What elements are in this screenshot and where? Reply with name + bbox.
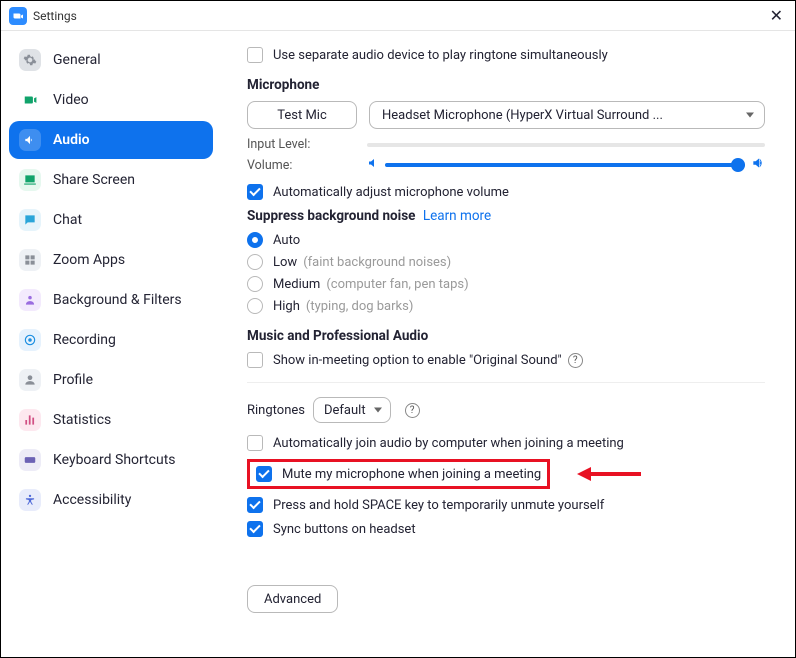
auto-adjust-row[interactable]: Automatically adjust microphone volume	[247, 184, 765, 200]
sidebar-item-label: Accessibility	[53, 492, 131, 508]
sidebar-item-share-screen[interactable]: Share Screen	[9, 161, 213, 199]
rec-icon	[19, 329, 41, 351]
kbd-icon	[19, 449, 41, 471]
sidebar-item-zoom-apps[interactable]: Zoom Apps	[9, 241, 213, 279]
volume-thumb[interactable]	[731, 158, 745, 172]
volume-slider[interactable]	[385, 163, 745, 167]
sidebar-item-background-filters[interactable]: Background & Filters	[9, 281, 213, 319]
sidebar-item-label: Chat	[53, 212, 82, 228]
sync-headset-row[interactable]: Sync buttons on headset	[247, 521, 765, 537]
mute-on-join-label: Mute my microphone when joining a meetin…	[282, 467, 541, 482]
chat-icon	[19, 209, 41, 231]
volume-label: Volume:	[247, 158, 367, 173]
noise-level-hint: (typing, dog barks)	[306, 299, 413, 314]
auto-join-checkbox[interactable]	[247, 435, 263, 451]
music-title: Music and Professional Audio	[247, 328, 765, 344]
auto-join-row[interactable]: Automatically join audio by computer whe…	[247, 435, 765, 451]
noise-auto-radio[interactable]	[247, 232, 263, 248]
suppress-title: Suppress background noise Learn more	[247, 208, 765, 224]
sidebar-item-label: Recording	[53, 332, 116, 348]
noise-level-hint: (faint background noises)	[303, 255, 451, 270]
auto-join-label: Automatically join audio by computer whe…	[273, 436, 624, 451]
advanced-button[interactable]: Advanced	[247, 585, 338, 613]
separate-device-label: Use separate audio device to play ringto…	[273, 48, 608, 63]
noise-high-row[interactable]: High (typing, dog barks)	[247, 298, 765, 314]
space-unmute-label: Press and hold SPACE key to temporarily …	[273, 498, 604, 513]
learn-more-link[interactable]: Learn more	[423, 208, 491, 224]
ringtone-value: Default	[324, 403, 366, 418]
profile-icon	[19, 369, 41, 391]
sidebar-item-keyboard-shortcuts[interactable]: Keyboard Shortcuts	[9, 441, 213, 479]
app-icon	[9, 7, 27, 25]
stats-icon	[19, 409, 41, 431]
sidebar: General Video Audio Share Screen Chat Zoom Ap…	[1, 31, 221, 657]
help-icon[interactable]: ?	[568, 353, 583, 368]
gear-icon	[19, 49, 41, 71]
noise-level-hint: (computer fan, pen taps)	[326, 277, 468, 292]
ringtone-select[interactable]: Default	[313, 397, 391, 423]
input-level-meter	[367, 143, 765, 147]
sidebar-item-audio[interactable]: Audio	[9, 121, 213, 159]
noise-level-label: Auto	[273, 233, 300, 248]
separate-device-row[interactable]: Use separate audio device to play ringto…	[247, 47, 765, 63]
sidebar-item-label: Statistics	[53, 412, 111, 428]
sidebar-item-chat[interactable]: Chat	[9, 201, 213, 239]
window-title: Settings	[33, 9, 77, 23]
auto-adjust-label: Automatically adjust microphone volume	[273, 185, 509, 200]
sidebar-item-label: Zoom Apps	[53, 252, 125, 268]
space-unmute-row[interactable]: Press and hold SPACE key to temporarily …	[247, 497, 765, 513]
sidebar-item-label: Profile	[53, 372, 93, 388]
original-sound-checkbox[interactable]	[247, 352, 263, 368]
sidebar-item-video[interactable]: Video	[9, 81, 213, 119]
space-unmute-checkbox[interactable]	[247, 497, 263, 513]
video-icon	[19, 89, 41, 111]
audio-settings-panel: Use separate audio device to play ringto…	[221, 31, 795, 657]
noise-auto-row[interactable]: Auto	[247, 232, 765, 248]
input-level-label: Input Level:	[247, 137, 367, 152]
mic-device-value: Headset Microphone (HyperX Virtual Surro…	[382, 108, 663, 123]
sidebar-item-label: Audio	[53, 132, 90, 148]
sidebar-item-statistics[interactable]: Statistics	[9, 401, 213, 439]
sync-headset-checkbox[interactable]	[247, 521, 263, 537]
mute-on-join-highlight: Mute my microphone when joining a meetin…	[247, 459, 550, 489]
a11y-icon	[19, 489, 41, 511]
separate-device-checkbox[interactable]	[247, 47, 263, 63]
test-mic-button[interactable]: Test Mic	[247, 101, 357, 129]
original-sound-row[interactable]: Show in-meeting option to enable "Origin…	[247, 352, 765, 368]
noise-level-label: Low	[273, 255, 297, 270]
mic-device-select[interactable]: Headset Microphone (HyperX Virtual Surro…	[369, 101, 765, 129]
sidebar-item-profile[interactable]: Profile	[9, 361, 213, 399]
bg-icon	[19, 289, 41, 311]
noise-medium-row[interactable]: Medium (computer fan, pen taps)	[247, 276, 765, 292]
sidebar-item-label: Video	[53, 92, 89, 108]
ringtones-label: Ringtones	[247, 403, 305, 418]
sidebar-item-accessibility[interactable]: Accessibility	[9, 481, 213, 519]
help-icon[interactable]: ?	[405, 403, 420, 418]
noise-high-radio[interactable]	[247, 298, 263, 314]
close-icon[interactable]: ✕	[766, 8, 787, 24]
original-sound-label: Show in-meeting option to enable "Origin…	[273, 353, 562, 368]
sync-headset-label: Sync buttons on headset	[273, 522, 416, 537]
share-icon	[19, 169, 41, 191]
noise-level-label: Medium	[273, 277, 320, 292]
annotation-arrow-icon	[577, 464, 641, 484]
speaker-low-icon	[367, 157, 379, 173]
sidebar-item-recording[interactable]: Recording	[9, 321, 213, 359]
audio-icon	[19, 129, 41, 151]
sidebar-item-label: Background & Filters	[53, 292, 182, 308]
noise-low-row[interactable]: Low (faint background noises)	[247, 254, 765, 270]
mute-on-join-checkbox[interactable]	[256, 466, 272, 482]
auto-adjust-checkbox[interactable]	[247, 184, 263, 200]
sidebar-item-general[interactable]: General	[9, 41, 213, 79]
noise-level-label: High	[273, 299, 300, 314]
titlebar: Settings ✕	[1, 1, 795, 31]
sidebar-item-label: Share Screen	[53, 172, 135, 188]
microphone-title: Microphone	[247, 77, 765, 93]
speaker-high-icon	[751, 156, 765, 174]
apps-icon	[19, 249, 41, 271]
noise-medium-radio[interactable]	[247, 276, 263, 292]
sidebar-item-label: Keyboard Shortcuts	[53, 452, 176, 468]
sidebar-item-label: General	[53, 52, 101, 68]
noise-low-radio[interactable]	[247, 254, 263, 270]
